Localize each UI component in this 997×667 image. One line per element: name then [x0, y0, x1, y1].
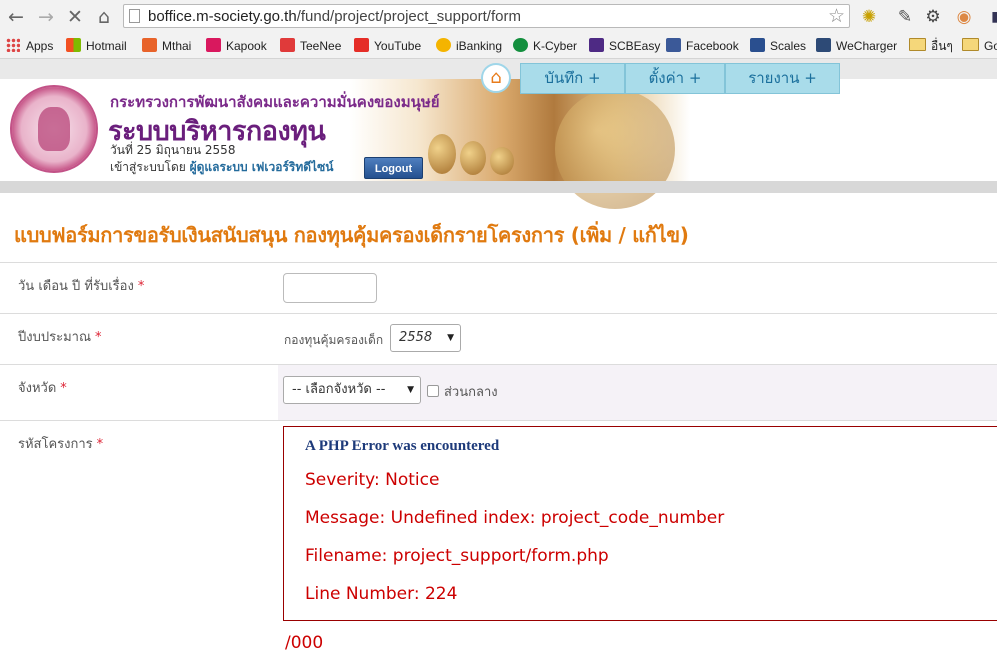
chevron-down-icon: ▼ — [447, 333, 454, 343]
bookmark-mthai[interactable]: Mthai — [142, 37, 191, 55]
header-divider — [0, 181, 997, 193]
site-home-icon[interactable]: ⌂ — [481, 63, 511, 93]
folder-icon — [962, 38, 979, 51]
stop-loading-icon[interactable]: ✕ — [65, 7, 85, 27]
row-divider — [0, 420, 997, 421]
row-divider — [0, 262, 997, 263]
row-divider — [0, 313, 997, 314]
menu-report[interactable]: รายงาน + — [725, 63, 840, 94]
received-date-label: วัน เดือน ปี ที่รับเรื่อง * — [18, 279, 145, 294]
teenee-icon — [280, 38, 295, 52]
page-title: แบบฟอร์มการขอรับเงินสนับสนุน กองทุนคุ้มค… — [14, 223, 689, 247]
bookmark-folder-other[interactable]: อื่นๆ — [909, 37, 953, 55]
bookmark-wecharger[interactable]: WeCharger — [816, 37, 897, 55]
apps-grid-icon — [6, 38, 20, 52]
wecharger-icon — [816, 38, 831, 52]
bookmark-folder-go[interactable]: Go — [962, 37, 997, 55]
central-checkbox[interactable] — [427, 385, 439, 397]
chevron-down-icon: ▼ — [407, 385, 414, 395]
forward-arrow-icon[interactable]: → — [36, 7, 56, 27]
menu-settings[interactable]: ตั้งค่า + — [625, 63, 725, 94]
project-code-suffix: /000 — [285, 633, 324, 653]
fiscal-year-select[interactable]: 2558 ▼ — [390, 324, 461, 352]
kapook-icon — [206, 38, 221, 52]
mthai-icon — [142, 38, 157, 52]
back-arrow-icon[interactable]: ← — [6, 7, 26, 27]
scales-icon — [750, 38, 765, 52]
youtube-icon — [354, 38, 369, 52]
bookmark-ibanking[interactable]: iBanking — [436, 37, 502, 55]
coin-stack-image — [490, 147, 514, 175]
eyedropper-icon[interactable]: ✎ — [894, 6, 916, 28]
error-line-number: Line Number: 224 — [305, 584, 458, 604]
settings-gear-icon[interactable]: ⚙ — [922, 6, 944, 28]
fund-name-label: กองทุนคุ้มครองเด็ก — [284, 333, 384, 347]
province-select[interactable]: -- เลือกจังหวัด -- ▼ — [283, 376, 421, 404]
address-bar[interactable]: boffice.m-society.go.th/fund/project/pro… — [123, 4, 850, 28]
url-text: boffice.m-society.go.th/fund/project/pro… — [148, 8, 521, 25]
bookmark-kapook[interactable]: Kapook — [206, 37, 267, 55]
project-code-label: รหัสโครงการ * — [18, 437, 104, 452]
bookmark-star-icon[interactable]: ☆ — [828, 5, 845, 27]
extension-circle-icon[interactable]: ◉ — [953, 6, 975, 28]
province-label: จังหวัด * — [18, 381, 67, 396]
ministry-seal-logo — [10, 85, 98, 173]
login-info: เข้าสู่ระบบโดย ผู้ดูแลระบบ เฟเวอร์ริทดีไ… — [110, 160, 334, 174]
bookmark-apps[interactable]: Apps — [6, 37, 53, 55]
facebook-icon — [666, 38, 681, 52]
menu-record[interactable]: บันทึก + — [520, 63, 625, 94]
extension-sun-icon[interactable]: ✺ — [858, 6, 880, 28]
bookmarks-bar: Apps Hotmail Mthai Kapook TeeNee YouTube… — [0, 34, 997, 59]
bookmark-facebook[interactable]: Facebook — [666, 37, 739, 55]
error-filename: Filename: project_support/form.php — [305, 546, 609, 566]
coin-stack-image — [428, 134, 456, 174]
fiscal-year-label: ปีงบประมาณ * — [18, 330, 102, 345]
bookmark-kcyber[interactable]: K-Cyber — [513, 37, 577, 55]
browser-toolbar: ← → ✕ ⌂ boffice.m-society.go.th/fund/pro… — [0, 0, 997, 34]
windows-logo-icon — [66, 38, 81, 52]
php-error-box: A PHP Error was encountered Severity: No… — [283, 426, 997, 621]
site-banner: กระทรวงการพัฒนาสังคมและความมั่นคงของมนุษ… — [0, 79, 997, 209]
coin-stack-image — [460, 141, 486, 175]
kcyber-icon — [513, 38, 528, 52]
error-title: A PHP Error was encountered — [305, 438, 500, 454]
page-icon — [129, 9, 140, 23]
ibanking-icon — [436, 38, 451, 52]
logged-user: ผู้ดูแลระบบ เฟเวอร์ริทดีไซน์ — [189, 160, 334, 174]
home-icon[interactable]: ⌂ — [94, 7, 114, 27]
scbeasy-icon — [589, 38, 604, 52]
bookmark-teenee[interactable]: TeeNee — [280, 37, 341, 55]
central-checkbox-label: ส่วนกลาง — [444, 385, 498, 400]
logout-button[interactable]: Logout — [364, 157, 423, 179]
menu-icon[interactable]: ▮ — [984, 6, 997, 28]
bookmark-scbeasy[interactable]: SCBEasy — [589, 37, 660, 55]
received-date-input[interactable] — [283, 273, 377, 303]
folder-icon — [909, 38, 926, 51]
error-severity: Severity: Notice — [305, 470, 440, 490]
bookmark-scales[interactable]: Scales — [750, 37, 806, 55]
bookmark-youtube[interactable]: YouTube — [354, 37, 421, 55]
error-message: Message: Undefined index: project_code_n… — [305, 508, 725, 528]
bookmark-hotmail[interactable]: Hotmail — [66, 37, 127, 55]
